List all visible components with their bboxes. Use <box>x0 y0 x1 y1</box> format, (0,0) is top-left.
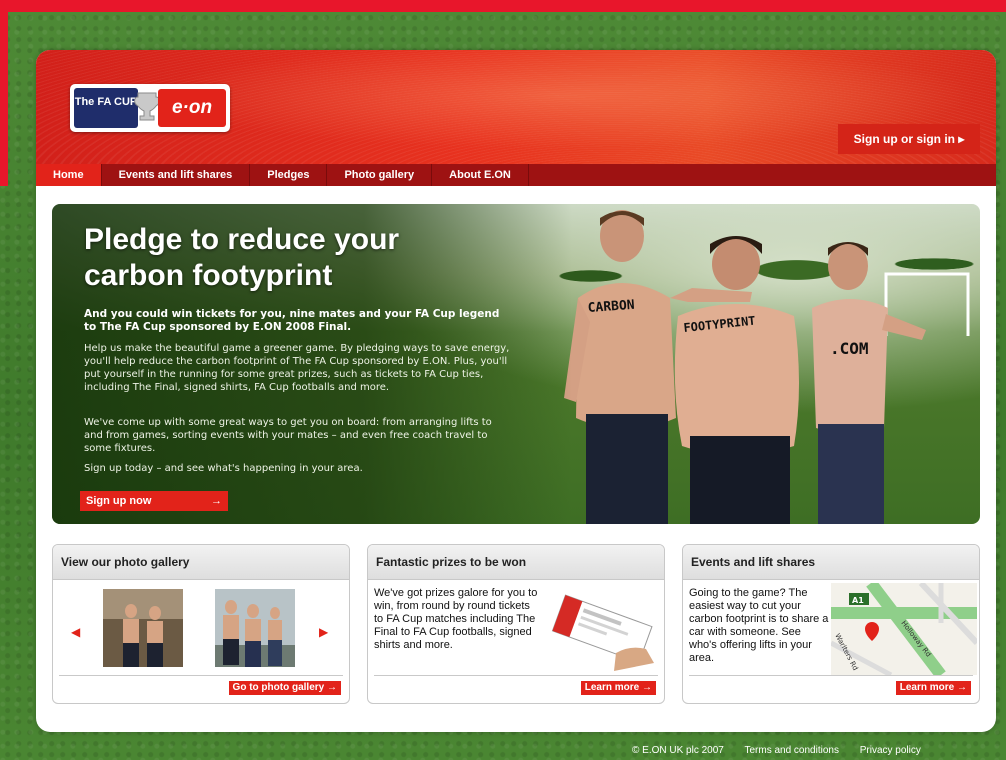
photo-gallery-panel: View our photo gallery ◀ ▶ Go to photo g… <box>52 544 350 704</box>
sign-up-now-button[interactable]: Sign up now → <box>80 491 228 511</box>
events-panel: Events and lift shares Going to the game… <box>682 544 980 704</box>
terms-link[interactable]: Terms and conditions <box>744 745 839 756</box>
page-card: The FA CUP e·on Sign up or sign in ▸ Hom… <box>36 50 996 732</box>
prizes-learn-more-button[interactable]: Learn more → <box>580 681 656 695</box>
hero-lead-text: And you could win tickets for you, nine … <box>84 308 500 333</box>
hero-people-image: CARBON FOOTYPRINT .COM <box>564 210 926 524</box>
eon-logo-text: e·on <box>158 89 226 127</box>
events-divider <box>689 675 973 676</box>
gallery-prev-arrow-icon[interactable]: ◀ <box>71 625 80 639</box>
sign-up-or-sign-in-button[interactable]: Sign up or sign in ▸ <box>838 124 980 154</box>
prizes-text: We've got prizes galore for you to win, … <box>374 587 538 651</box>
main-nav: Home Events and lift shares Pledges Phot… <box>36 164 996 186</box>
go-to-photo-gallery-button[interactable]: Go to photo gallery → <box>228 681 341 695</box>
left-red-strip <box>0 0 8 186</box>
top-red-strip <box>0 0 1006 12</box>
header-banner: The FA CUP e·on Sign up or sign in ▸ <box>36 50 996 164</box>
fa-cup-eon-logo[interactable]: The FA CUP e·on <box>70 84 230 132</box>
nav-item-home[interactable]: Home <box>36 164 102 186</box>
gallery-thumbnail-1[interactable] <box>103 589 183 667</box>
prizes-title: Fantastic prizes to be won <box>368 545 664 580</box>
nav-item-about-eon[interactable]: About E.ON <box>432 164 529 186</box>
prizes-panel: Fantastic prizes to be won We've got pri… <box>367 544 665 704</box>
gallery-divider <box>59 675 343 676</box>
photo-gallery-title: View our photo gallery <box>53 545 349 580</box>
nav-item-events[interactable]: Events and lift shares <box>102 164 251 186</box>
hero-paragraph-3: Sign up today – and see what's happening… <box>84 463 363 474</box>
privacy-link[interactable]: Privacy policy <box>860 745 921 756</box>
fa-cup-logo-text: The FA CUP <box>74 88 138 128</box>
ticket-image <box>551 594 654 671</box>
map-label-a1: A1 <box>852 596 864 605</box>
footer-copyright: © E.ON UK plc 2007 <box>632 745 724 756</box>
hero-title: Pledge to reduce your carbon footyprint <box>84 223 400 292</box>
hero-paragraph-1: Help us make the beautiful game a greene… <box>84 343 510 393</box>
events-learn-more-button[interactable]: Learn more → <box>895 681 971 695</box>
hero-banner: CARBON FOOTYPRINT .COM Pledge to reduce … <box>52 204 980 524</box>
arrow-right-icon: → <box>211 495 222 507</box>
nav-item-photo-gallery[interactable]: Photo gallery <box>327 164 433 186</box>
sign-up-now-label: Sign up now <box>86 495 152 507</box>
prizes-divider <box>374 675 658 676</box>
body-word-com: .COM <box>830 339 869 358</box>
hero-paragraph-2: We've come up with some great ways to ge… <box>84 417 492 454</box>
gallery-next-arrow-icon[interactable]: ▶ <box>319 625 328 639</box>
map-image: A1 Holloway Rd Warlters Rd <box>831 583 977 675</box>
gallery-thumbnail-2[interactable] <box>215 589 295 667</box>
nav-item-pledges[interactable]: Pledges <box>250 164 328 186</box>
events-text: Going to the game? The easiest way to cu… <box>689 587 829 664</box>
events-title: Events and lift shares <box>683 545 979 580</box>
footer: © E.ON UK plc 2007 Terms and conditions … <box>632 742 992 760</box>
